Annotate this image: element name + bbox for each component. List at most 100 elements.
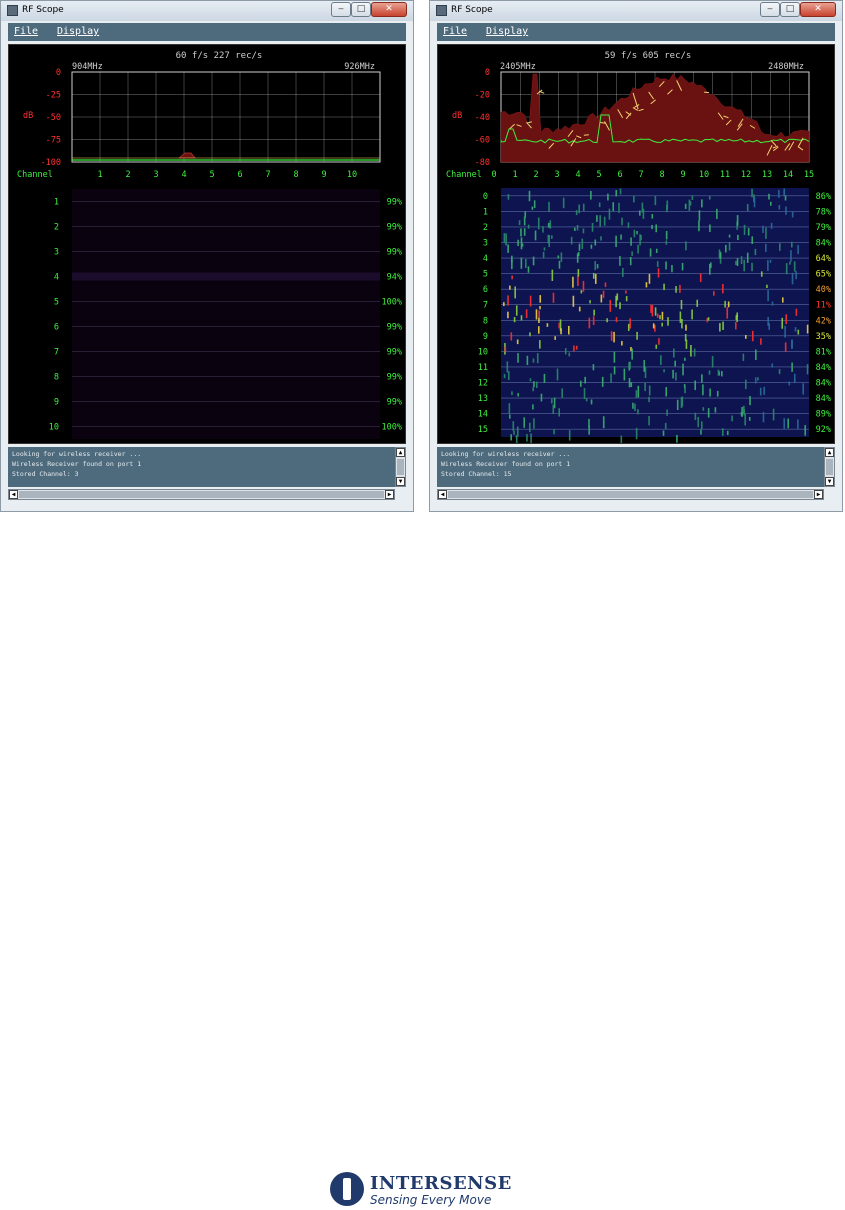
waterfall-hit <box>676 399 679 411</box>
waterfall-hit <box>529 332 531 337</box>
scroll-thumb[interactable] <box>19 491 384 498</box>
waterfall-row-label: 4 <box>483 254 488 264</box>
waterfall-hit <box>606 318 608 323</box>
scroll-thumb[interactable] <box>826 459 833 475</box>
waterfall-hit <box>804 425 807 436</box>
scroll-right-icon[interactable]: ▶ <box>814 490 823 499</box>
channel-quality-percent: 84% <box>816 379 831 389</box>
scroll-left-icon[interactable]: ◀ <box>9 490 18 499</box>
waterfall-hit <box>693 348 696 357</box>
db-tick-label: -50 <box>46 113 61 123</box>
peak-marker <box>600 122 606 124</box>
waterfall-hit <box>785 206 787 215</box>
waterfall-hit <box>615 235 617 248</box>
title-bar[interactable]: RF Scope ‒ □ ✕ <box>1 1 413 21</box>
waterfall-hit <box>621 341 623 346</box>
waterfall-hit <box>591 222 594 232</box>
scroll-thumb[interactable] <box>397 459 404 475</box>
waterfall-hit <box>654 307 657 316</box>
waterfall-hit <box>525 258 527 268</box>
scroll-left-icon[interactable]: ◀ <box>438 490 447 499</box>
window-title: RF Scope <box>451 5 493 15</box>
waterfall-hit <box>672 369 674 379</box>
waterfall-hit <box>551 269 554 281</box>
waterfall-row-label: 7 <box>54 348 59 358</box>
waterfall-hit <box>590 244 593 249</box>
waterfall-hit <box>671 265 673 273</box>
scroll-up-icon[interactable]: ▲ <box>825 448 834 457</box>
scroll-thumb[interactable] <box>448 491 813 498</box>
waterfall-hit <box>741 406 743 417</box>
waterfall-row-label: 6 <box>483 285 488 295</box>
waterfall-hit <box>602 290 605 298</box>
waterfall-hit <box>630 382 633 388</box>
waterfall-hit <box>620 234 622 240</box>
close-button[interactable]: ✕ <box>371 2 407 17</box>
channel-quality-percent: 42% <box>816 316 831 326</box>
logo-name: INTERSENSE <box>370 1173 512 1194</box>
console-line: Looking for wireless receiver ... <box>441 450 571 458</box>
waterfall-hit <box>679 284 681 293</box>
waterfall-hit <box>791 340 793 349</box>
waterfall-hit <box>753 197 756 208</box>
waterfall-hit <box>560 328 562 335</box>
scroll-down-icon[interactable]: ▼ <box>825 477 834 486</box>
waterfall-hit <box>619 302 621 310</box>
vertical-scrollbar[interactable]: ▲ ▼ <box>395 447 406 487</box>
waterfall-hit <box>701 374 703 383</box>
waterfall-hit <box>771 363 774 368</box>
waterfall-hit <box>575 210 578 216</box>
waterfall-hit <box>551 398 553 404</box>
waterfall-hit <box>532 387 534 392</box>
waterfall-hit <box>661 322 664 327</box>
menu-file[interactable]: File <box>14 26 38 37</box>
horizontal-scrollbar[interactable]: ◀ ▶ <box>437 489 824 500</box>
waterfall-hit <box>615 295 617 308</box>
maximize-button[interactable]: □ <box>780 2 800 17</box>
scroll-right-icon[interactable]: ▶ <box>385 490 394 499</box>
minimize-button[interactable]: ‒ <box>331 2 351 17</box>
waterfall-row-label: 1 <box>54 198 59 208</box>
waterfall-hit <box>510 332 513 341</box>
waterfall-hit <box>716 390 719 397</box>
waterfall-hit <box>651 214 654 219</box>
scope-canvas: 59 f/s 605 rec/s 2405MHz 2480MHz dB Chan… <box>446 51 831 443</box>
waterfall-hit <box>507 244 509 253</box>
waterfall-hit <box>538 310 540 318</box>
waterfall-hit <box>635 427 638 440</box>
scope-panel: 59 f/s 605 rec/s 2405MHz 2480MHz dB Chan… <box>437 44 835 444</box>
waterfall-hit <box>641 202 644 213</box>
waterfall-hit <box>783 190 785 196</box>
waterfall-hit <box>625 290 627 294</box>
channel-tick-label: 14 <box>783 170 793 180</box>
waterfall-hit <box>596 264 599 269</box>
waterfall-hit <box>503 374 506 379</box>
waterfall-hit <box>533 381 535 388</box>
waterfall-hit <box>770 222 773 229</box>
waterfall-hit <box>629 256 632 266</box>
vertical-scrollbar[interactable]: ▲ ▼ <box>824 447 835 487</box>
waterfall-hit <box>621 217 623 226</box>
waterfall-hit <box>751 236 754 244</box>
waterfall-hit <box>656 313 659 318</box>
close-button[interactable]: ✕ <box>800 2 836 17</box>
waterfall-hit <box>737 234 739 241</box>
horizontal-scrollbar[interactable]: ◀ ▶ <box>8 489 395 500</box>
waterfall-hit <box>716 208 718 220</box>
channel-quality-percent: 86% <box>816 192 831 202</box>
waterfall-hit <box>652 323 655 329</box>
waterfall-hit <box>676 434 678 443</box>
menu-display[interactable]: Display <box>486 26 528 37</box>
waterfall-hit <box>612 202 615 212</box>
waterfall-hit <box>717 369 720 376</box>
maximize-button[interactable]: □ <box>351 2 371 17</box>
scroll-up-icon[interactable]: ▲ <box>396 448 405 457</box>
waterfall-hit <box>760 338 762 345</box>
menu-file[interactable]: File <box>443 26 467 37</box>
waterfall-hit <box>681 262 684 271</box>
scroll-down-icon[interactable]: ▼ <box>396 477 405 486</box>
menu-bar: File Display <box>8 23 406 41</box>
minimize-button[interactable]: ‒ <box>760 2 780 17</box>
menu-display[interactable]: Display <box>57 26 99 37</box>
title-bar[interactable]: RF Scope ‒ □ ✕ <box>430 1 842 21</box>
